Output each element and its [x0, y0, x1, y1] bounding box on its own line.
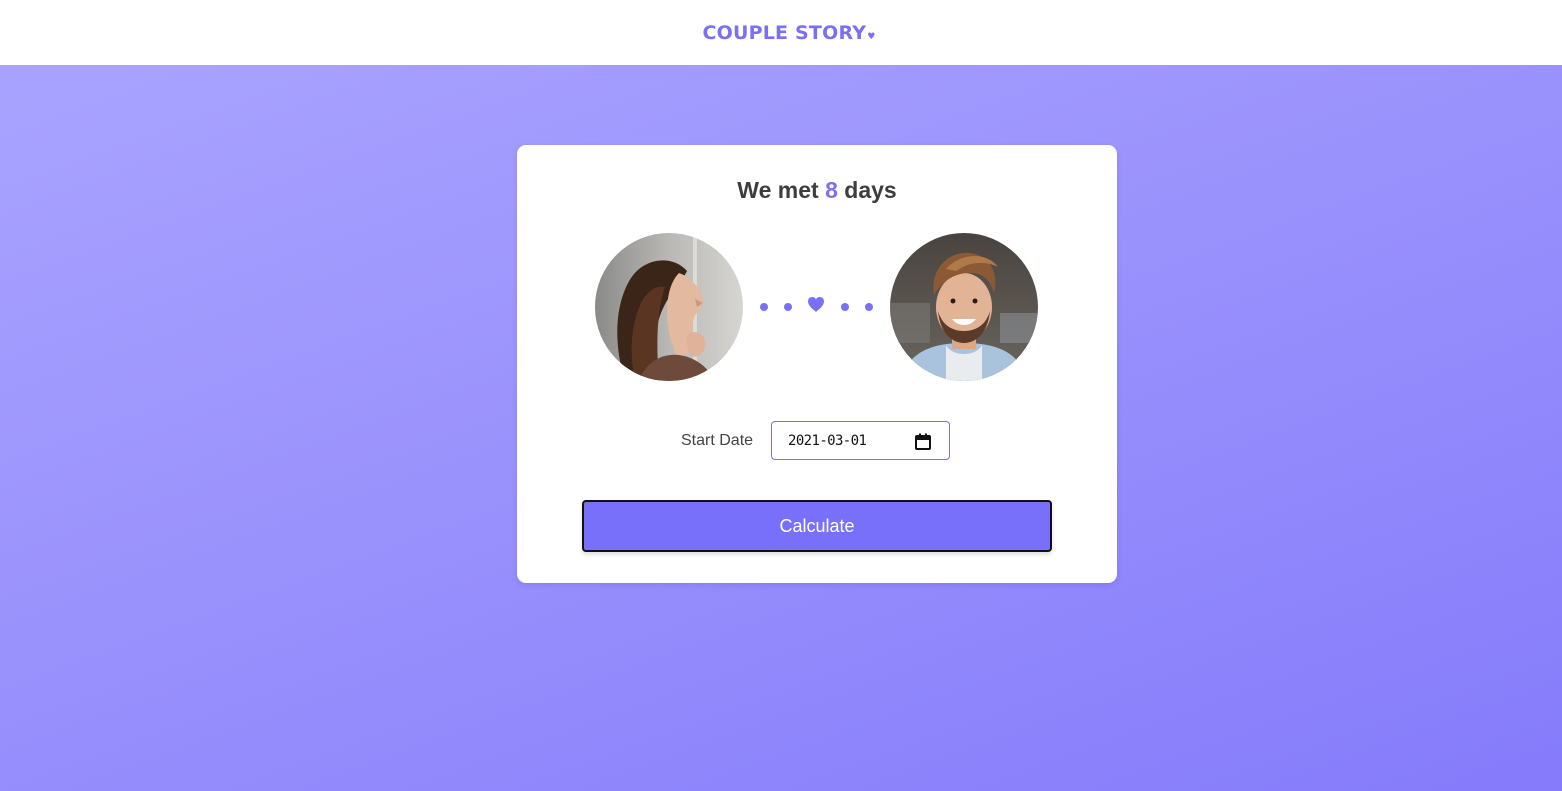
connector-dot — [760, 303, 768, 311]
logo[interactable]: COUPLE STORY ♥ — [703, 22, 876, 44]
start-date-row: Start Date 2021-03-01 — [517, 421, 1117, 462]
avatar-woman — [595, 233, 743, 381]
start-date-label: Start Date — [681, 432, 754, 449]
calendar-icon[interactable] — [915, 433, 931, 450]
calculate-button[interactable]: Calculate — [582, 500, 1052, 552]
start-date-input[interactable]: 2021-03-01 — [771, 421, 950, 460]
couple-card: We met 8 days Start Date 2021-03-01 Calc… — [517, 145, 1117, 583]
days-count: 8 — [825, 177, 838, 203]
connector-dot — [841, 303, 849, 311]
woman-photo-icon — [595, 233, 743, 381]
top-header: COUPLE STORY ♥ — [0, 0, 1562, 65]
logo-heart-icon: ♥ — [867, 31, 876, 42]
connector-dot — [865, 303, 873, 311]
title-prefix: We met — [737, 177, 819, 203]
connector-dots — [743, 295, 890, 319]
connector-dot — [784, 303, 792, 311]
heart-icon — [808, 297, 824, 312]
logo-text: COUPLE STORY — [702, 21, 867, 44]
days-title: We met 8 days — [517, 177, 1117, 204]
start-date-value: 2021-03-01 — [788, 433, 867, 449]
man-photo-icon — [890, 233, 1038, 381]
title-suffix: days — [844, 177, 897, 203]
avatar-man — [890, 233, 1038, 381]
